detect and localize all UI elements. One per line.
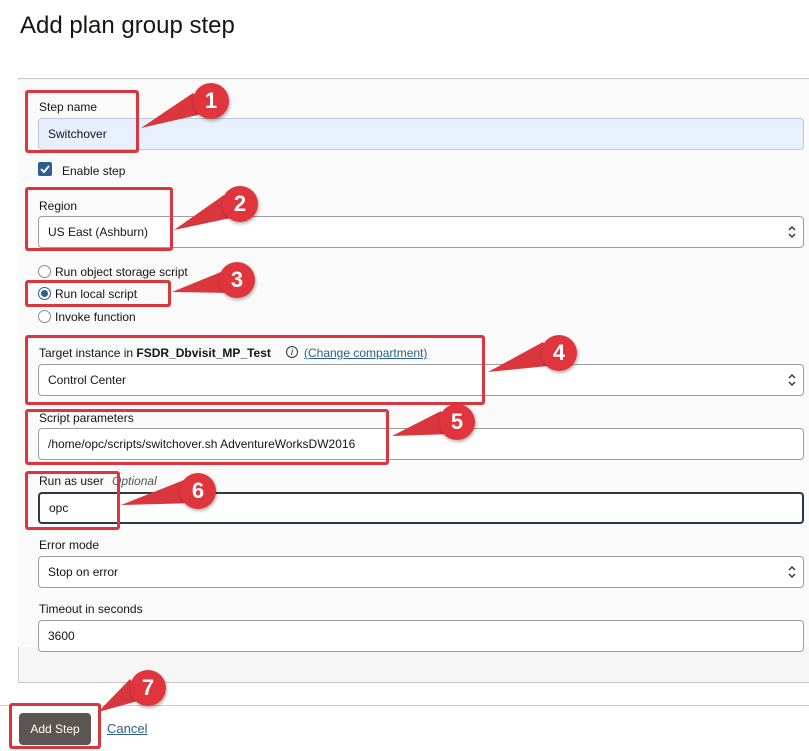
callout-5: 5: [439, 404, 475, 440]
callout-2: 2: [222, 186, 258, 222]
callout-6: 6: [180, 473, 216, 509]
callout-1: 1: [193, 83, 229, 119]
callout-4: 4: [541, 335, 577, 371]
callout-3: 3: [219, 262, 255, 298]
callout-7: 7: [130, 670, 166, 706]
annotation-pointers: [98, 93, 558, 712]
